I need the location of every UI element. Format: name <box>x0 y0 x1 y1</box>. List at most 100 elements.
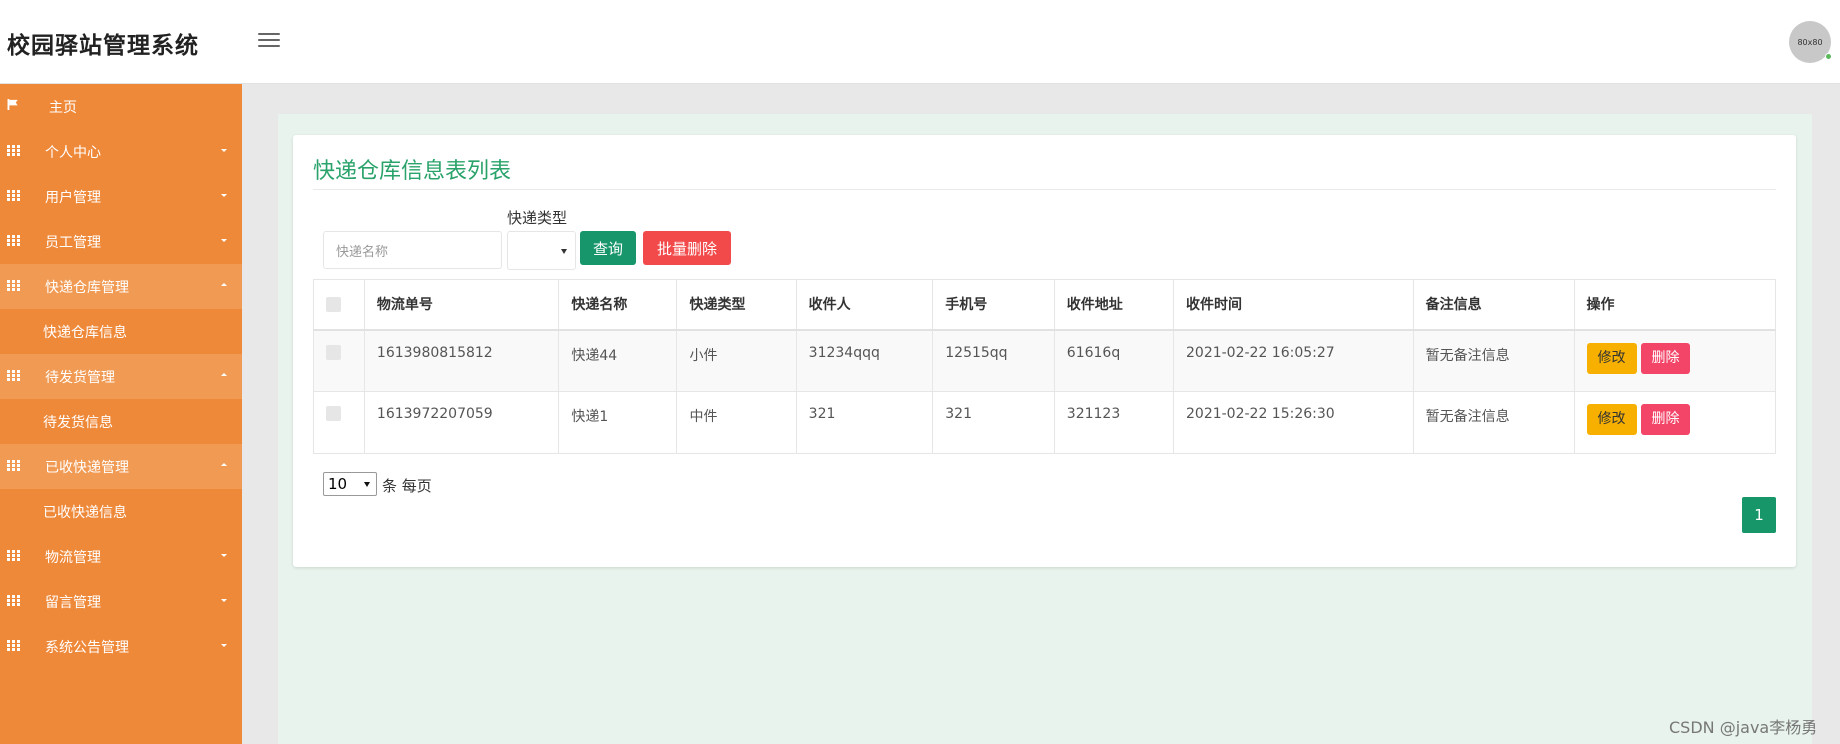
flag-icon <box>7 99 18 110</box>
sidebar-item-label: 用户管理 <box>45 189 101 206</box>
table-cell: 1613980815812 <box>363 329 560 392</box>
sidebar-item-label: 主页 <box>49 99 77 116</box>
avatar[interactable]: 80x80 <box>1789 21 1832 63</box>
list-panel: 快递仓库信息表列表 快递名称 快递类型 查询 批量删除 物流单号 快递名称 快递… <box>293 135 1796 567</box>
row-checkbox[interactable] <box>326 406 341 421</box>
table-cell: 12515qq <box>932 329 1055 392</box>
chevron-down-icon <box>221 194 227 197</box>
select-all-cell <box>313 279 365 331</box>
grid-icon <box>7 235 20 246</box>
data-table: 物流单号 快递名称 快递类型 收件人 手机号 收件地址 收件时间 备注信息 操作… <box>313 279 1776 454</box>
table-row: 1613980815812 快递44 小件 31234qqq 12515qq 6… <box>313 329 1776 392</box>
chevron-down-icon <box>221 644 227 647</box>
sidebar-item-announcement-management[interactable]: 系统公告管理 <box>0 624 242 669</box>
row-checkbox[interactable] <box>326 344 341 360</box>
page-size-select[interactable]: 10 <box>323 472 377 496</box>
table-cell: 暂无备注信息 <box>1412 391 1575 454</box>
sidebar-item-label: 快递仓库信息 <box>43 324 127 341</box>
table-cell: 小件 <box>676 329 797 392</box>
edit-button[interactable]: 修改 <box>1586 404 1637 435</box>
table-cell: 快递1 <box>558 391 678 454</box>
batch-delete-button[interactable]: 批量删除 <box>643 231 731 265</box>
watermark: CSDN @java李杨勇 <box>1669 718 1818 737</box>
type-filter-label: 快递类型 <box>507 209 568 227</box>
grid-icon <box>7 190 20 201</box>
table-cell: 61616q <box>1053 329 1175 392</box>
sidebar-item-label: 已收快递信息 <box>43 504 127 521</box>
actions-cell: 修改 删除 <box>1573 329 1776 392</box>
online-status-icon <box>1825 53 1832 60</box>
column-header: 快递名称 <box>558 279 678 331</box>
sidebar-item-pending-shipment-management[interactable]: 待发货管理 <box>0 354 242 399</box>
grid-icon <box>7 550 20 561</box>
grid-icon <box>7 280 20 291</box>
sidebar-item-label: 物流管理 <box>45 549 101 566</box>
table-cell: 暂无备注信息 <box>1412 329 1575 392</box>
table-cell: 321 <box>795 391 934 454</box>
edit-button[interactable]: 修改 <box>1586 342 1637 374</box>
row-select-cell <box>313 391 365 454</box>
top-header: 校园驿站管理系统 80x80 <box>0 0 1840 84</box>
sidebar-item-home[interactable]: 主页 <box>0 84 242 129</box>
delete-button[interactable]: 删除 <box>1640 404 1690 435</box>
chevron-down-icon <box>561 249 567 254</box>
chevron-up-icon <box>221 463 227 466</box>
sidebar-item-label: 待发货信息 <box>43 414 113 431</box>
column-header: 手机号 <box>932 279 1055 331</box>
column-header: 收件时间 <box>1173 279 1414 331</box>
chevron-up-icon <box>221 373 227 376</box>
sidebar-item-message-management[interactable]: 留言管理 <box>0 579 242 624</box>
sidebar-item-label: 待发货管理 <box>45 369 115 386</box>
sidebar-item-label: 系统公告管理 <box>45 639 129 656</box>
page-title: 快递仓库信息表列表 <box>313 159 512 184</box>
sidebar-item-label: 员工管理 <box>45 234 101 251</box>
table-cell: 2021-02-22 15:26:30 <box>1173 391 1414 454</box>
sidebar-item-label: 留言管理 <box>45 594 101 611</box>
table-cell: 321123 <box>1053 391 1175 454</box>
column-header: 备注信息 <box>1412 279 1575 331</box>
chevron-up-icon <box>221 283 227 286</box>
search-input[interactable]: 快递名称 <box>323 231 502 269</box>
grid-icon <box>7 370 20 381</box>
table-row: 1613972207059 快递1 中件 321 321 321123 2021… <box>313 391 1776 454</box>
chevron-down-icon <box>221 554 227 557</box>
sidebar-subitem-warehouse-info[interactable]: 快递仓库信息 <box>0 309 242 354</box>
chevron-down-icon <box>221 599 227 602</box>
chevron-down-icon <box>364 482 370 487</box>
sidebar-subitem-pending-shipment-info[interactable]: 待发货信息 <box>0 399 242 444</box>
sidebar-subitem-received-info[interactable]: 已收快递信息 <box>0 489 242 534</box>
column-header: 收件地址 <box>1053 279 1175 331</box>
sidebar-item-received-management[interactable]: 已收快递管理 <box>0 444 242 489</box>
sidebar-item-personal-center[interactable]: 个人中心 <box>0 129 242 174</box>
avatar-text: 80x80 <box>1797 37 1823 47</box>
table-cell: 2021-02-22 16:05:27 <box>1173 329 1414 392</box>
sidebar-item-label: 已收快递管理 <box>45 459 129 476</box>
menu-toggle-icon[interactable] <box>258 33 280 49</box>
row-select-cell <box>313 329 365 392</box>
page-button-1[interactable]: 1 <box>1742 497 1776 533</box>
page-size-value: 10 <box>328 475 348 493</box>
grid-icon <box>7 145 20 156</box>
query-button[interactable]: 查询 <box>580 231 636 265</box>
table-cell: 1613972207059 <box>363 391 560 454</box>
table-cell: 31234qqq <box>795 329 934 392</box>
type-filter-select[interactable] <box>507 231 576 270</box>
column-header: 收件人 <box>795 279 934 331</box>
divider <box>313 189 1776 190</box>
sidebar-item-logistics-management[interactable]: 物流管理 <box>0 534 242 579</box>
app-title: 校园驿站管理系统 <box>7 33 199 59</box>
column-header: 操作 <box>1573 279 1776 331</box>
grid-icon <box>7 460 20 471</box>
table-cell: 快递44 <box>558 329 678 392</box>
select-all-checkbox[interactable] <box>326 296 341 312</box>
sidebar-item-user-management[interactable]: 用户管理 <box>0 174 242 219</box>
table-header-row: 物流单号 快递名称 快递类型 收件人 手机号 收件地址 收件时间 备注信息 操作 <box>313 279 1776 331</box>
sidebar-item-staff-management[interactable]: 员工管理 <box>0 219 242 264</box>
sidebar: 主页 个人中心 用户管理 员工管理 快递仓库管理 快递仓库信息 待发货管理 待发… <box>0 84 242 744</box>
sidebar-item-warehouse-management[interactable]: 快递仓库管理 <box>0 264 242 309</box>
delete-button[interactable]: 删除 <box>1640 342 1690 374</box>
column-header: 快递类型 <box>676 279 797 331</box>
chevron-down-icon <box>221 239 227 242</box>
chevron-down-icon <box>221 149 227 152</box>
grid-icon <box>7 640 20 651</box>
